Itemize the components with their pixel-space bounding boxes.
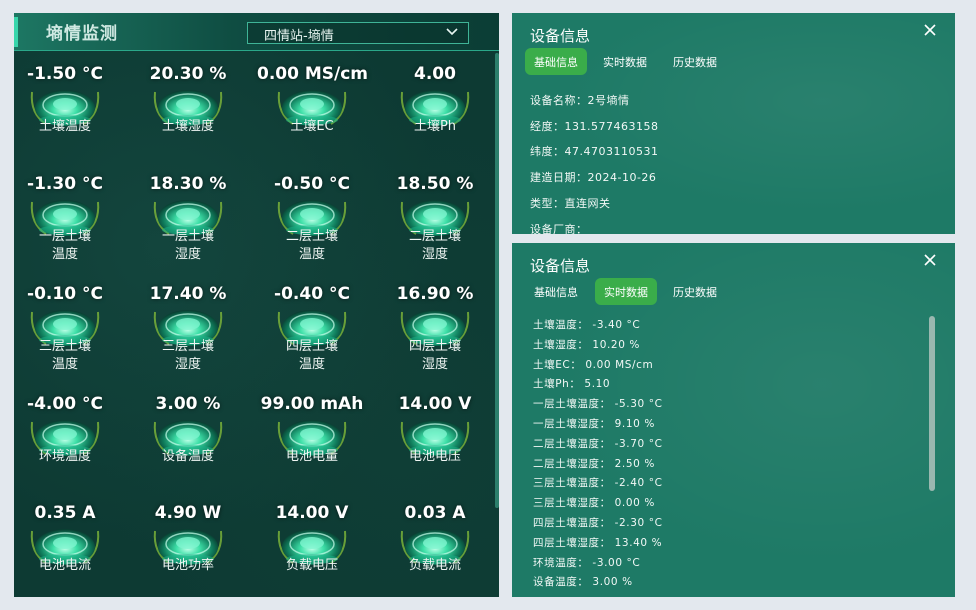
metric-label-line1: 电池电压 [408,449,461,464]
metric-label: 电池电压 [380,448,490,466]
metric-label: 一层土壤 湿度 [133,228,243,264]
metric-label: 电池电流 [14,557,120,575]
realtime-data-line: 土壤湿度： 10.20 % [533,338,641,351]
tab-realtime-data[interactable]: 实时数据 [595,278,657,305]
info-device-name: 设备名称：2号墒情 [530,94,630,107]
metric-label-line1: 二层土壤 [408,229,461,244]
device-info-card-basic: 设备信息 基础信息 实时数据 历史数据 设备名称：2号墒情 经度：131.577… [512,13,955,234]
metric-label-line1: 土壤湿度 [161,119,214,134]
header-accent-bar [14,17,18,47]
chevron-down-icon [446,28,458,36]
realtime-data-line: 土壤EC： 0.00 MS/cm [533,358,654,371]
card-title: 设备信息 [530,27,591,45]
card-title: 设备信息 [530,257,591,275]
info-longitude: 经度：131.577463158 [530,120,659,133]
metric-label: 负载电流 [380,557,490,575]
metric-label-line2: 湿度 [421,357,448,372]
realtime-data-line: 一层土壤温度： -5.30 °C [533,398,663,411]
metric-label-line1: 土壤Ph [413,119,457,134]
realtime-data-line: 四层土壤湿度： 13.40 % [533,536,663,549]
realtime-data-line: 三层土壤湿度： 0.00 % [533,497,655,510]
realtime-data-line: 环境温度： -3.00 °C [533,556,641,569]
info-latitude: 纬度：47.4703110531 [530,145,659,158]
metric-label-line1: 负载电流 [408,558,461,573]
tab-basic-info[interactable]: 基础信息 [525,48,587,75]
metric-label: 二层土壤 温度 [257,228,367,264]
station-select[interactable]: 四情站-墒情 [247,22,469,44]
metric-label-line2: 湿度 [174,357,201,372]
metric-label: 设备温度 [133,448,243,466]
metric-label: 土壤温度 [14,118,120,136]
metric-label-line1: 一层土壤 [38,229,91,244]
metric-label: 三层土壤 湿度 [133,338,243,374]
close-icon[interactable] [923,253,937,267]
tab-history-data[interactable]: 历史数据 [664,278,726,305]
metric-label-line1: 设备温度 [161,449,214,464]
metric-label-line1: 电池电流 [38,558,91,573]
info-manufacturer: 设备厂商： [530,223,588,234]
metric-label: 四层土壤 湿度 [380,338,490,374]
metric-label-line2: 湿度 [174,247,201,262]
realtime-data-line: 土壤Ph： 5.10 [533,378,611,391]
station-select-value: 四情站-墒情 [264,29,334,44]
metric-label-line1: 电池电量 [285,449,338,464]
metric-label: 负载电压 [257,557,367,575]
metric-label: 土壤湿度 [133,118,243,136]
metric-label-line1: 一层土壤 [161,229,214,244]
soil-monitoring-panel: 墒情监测 四情站-墒情 -1.50 °C 土壤温度 20.30 % 土壤湿度 0… [14,13,499,597]
realtime-scrollbar[interactable] [929,316,935,491]
info-type: 类型：直连网关 [530,197,611,210]
tab-history-data[interactable]: 历史数据 [664,48,726,75]
panel-title: 墒情监测 [46,24,118,44]
metric-label-line1: 电池功率 [161,558,214,573]
metric-label: 一层土壤 温度 [14,228,120,264]
metric-label: 电池电量 [257,448,367,466]
metric-label-line1: 三层土壤 [38,339,91,354]
metric-label-line2: 温度 [51,357,78,372]
metric-label: 电池功率 [133,557,243,575]
info-build-date: 建造日期：2024-10-26 [530,171,657,184]
metric-label: 三层土壤 温度 [14,338,120,374]
device-info-card-realtime: 设备信息 基础信息 实时数据 历史数据 土壤温度： -3.40 °C 土壤湿度： … [512,243,955,597]
realtime-data-line: 设备温度： 3.00 % [533,576,633,589]
realtime-data-line: 三层土壤温度： -2.40 °C [533,477,663,490]
realtime-data-line: 土壤温度： -3.40 °C [533,319,641,331]
metric-label: 二层土壤 湿度 [380,228,490,264]
metric-label-line1: 土壤温度 [38,119,91,134]
metric-label-line1: 环境温度 [38,449,91,464]
metric-label-line1: 四层土壤 [285,339,338,354]
realtime-data-line: 一层土壤湿度： 9.10 % [533,418,655,430]
metric-label: 土壤EC [257,118,367,136]
tab-realtime-data[interactable]: 实时数据 [594,48,656,75]
metric-label-line1: 土壤EC [290,119,334,134]
metric-label-line2: 温度 [298,247,325,262]
metric-label-line2: 湿度 [421,247,448,262]
panel-scrollbar[interactable] [495,53,499,508]
tab-basic-info[interactable]: 基础信息 [525,278,587,305]
realtime-data-line: 二层土壤湿度： 2.50 % [533,457,655,470]
metric-label-line1: 负载电压 [285,558,338,573]
panel-header: 墒情监测 四情站-墒情 [14,13,499,51]
metric-label: 四层土壤 温度 [257,338,367,374]
metric-label-line2: 温度 [51,247,78,262]
metric-label-line1: 四层土壤 [408,339,461,354]
metric-label-line2: 温度 [298,357,325,372]
realtime-data-line: 四层土壤温度： -2.30 °C [533,517,663,529]
metric-label: 环境温度 [14,448,120,466]
metric-label-line1: 三层土壤 [161,339,214,354]
metric-label: 土壤Ph [380,118,490,136]
metric-label-line1: 二层土壤 [285,229,338,244]
realtime-data-line: 二层土壤温度： -3.70 °C [533,437,663,450]
close-icon[interactable] [923,23,937,37]
